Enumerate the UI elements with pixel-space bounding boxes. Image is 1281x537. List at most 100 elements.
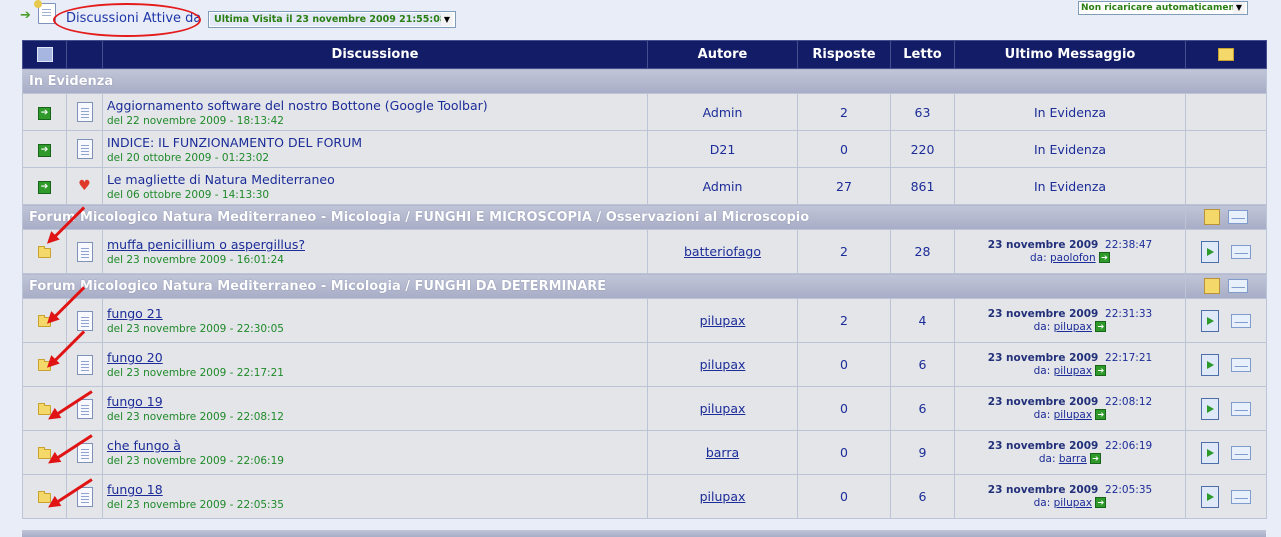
mail-icon[interactable] xyxy=(1230,244,1251,259)
table-row: ➔ INDICE: IL FUNZIONAMENTO DEL FORUM del… xyxy=(22,130,1267,168)
last-message-date: 23 novembre 2009 xyxy=(987,483,1099,496)
author-link[interactable]: pilupax xyxy=(700,489,746,504)
author[interactable]: D21 xyxy=(647,130,798,168)
mail-icon[interactable] xyxy=(1230,401,1251,416)
page-icon xyxy=(76,139,93,159)
header-discussione: Discussione xyxy=(102,40,648,69)
views: 6 xyxy=(890,386,955,431)
table-row: ➔ ♥ Le magliette di Natura Mediterraneo … xyxy=(22,167,1267,205)
last-by-link[interactable]: paolofon xyxy=(1050,252,1096,264)
annotation-ellipse xyxy=(53,3,201,37)
folder-icon[interactable] xyxy=(38,245,51,258)
views: 220 xyxy=(890,130,955,168)
topic-date: del 06 ottobre 2009 - 14:13:30 xyxy=(107,188,270,201)
views: 63 xyxy=(890,93,955,131)
new-topic-icon[interactable] xyxy=(1203,209,1220,225)
table-row: fungo 19 del 23 novembre 2009 - 22:08:12… xyxy=(22,386,1267,431)
go-arrow-icon[interactable]: ➔ xyxy=(38,143,51,157)
table-row: muffa penicillium o aspergillus? del 23 … xyxy=(22,229,1267,274)
author[interactable]: Admin xyxy=(647,167,798,205)
mail-icon[interactable] xyxy=(1230,445,1251,460)
last-by-link[interactable]: pilupax xyxy=(1054,321,1092,333)
auto-reload-select[interactable]: Non ricaricare automaticamente ▼ xyxy=(1078,1,1248,15)
last-message-date: 23 novembre 2009 xyxy=(987,439,1099,452)
book-icon[interactable] xyxy=(1201,309,1219,332)
book-icon[interactable] xyxy=(1201,353,1219,376)
header-status-col xyxy=(22,40,67,69)
go-arrow-icon[interactable]: ➔ xyxy=(38,180,51,194)
forum-title[interactable]: Forum Micologico Natura Mediterraneo - M… xyxy=(22,273,1186,299)
topic-date: del 23 novembre 2009 - 16:01:24 xyxy=(107,254,284,266)
last-visit-select-value: Ultima Visita il 23 novembre 2009 21:55:… xyxy=(210,13,451,26)
chevron-down-icon[interactable]: ▼ xyxy=(1233,2,1245,14)
last-by-link[interactable]: pilupax xyxy=(1054,409,1092,421)
last-message-time: 22:17:21 xyxy=(1105,351,1153,364)
book-icon[interactable] xyxy=(1201,397,1219,420)
topics-table: Discussione Autore Risposte Letto Ultimo… xyxy=(22,40,1267,519)
replies: 2 xyxy=(797,93,891,131)
topic-link[interactable]: Le magliette di Natura Mediterraneo xyxy=(107,172,647,187)
topic-link[interactable]: fungo 20 xyxy=(107,350,647,365)
views: 861 xyxy=(890,167,955,205)
page-icon xyxy=(76,102,93,122)
last-by-link[interactable]: pilupax xyxy=(1054,365,1092,377)
go-arrow-icon[interactable]: ➔ xyxy=(1095,321,1107,332)
mail-icon[interactable] xyxy=(1230,313,1251,328)
topic-link[interactable]: fungo 21 xyxy=(107,306,647,321)
last-by-link[interactable]: barra xyxy=(1059,453,1087,465)
section-row-forum: Forum Micologico Natura Mediterraneo - M… xyxy=(22,273,1267,299)
header-autore: Autore xyxy=(647,40,798,69)
last-by-link[interactable]: pilupax xyxy=(1054,497,1092,509)
page-icon xyxy=(76,310,93,331)
author-link[interactable]: pilupax xyxy=(700,313,746,328)
last-message-time: 22:06:19 xyxy=(1105,439,1153,452)
replies: 27 xyxy=(797,167,891,205)
mail-icon[interactable] xyxy=(1228,279,1249,293)
last-message: In Evidenza xyxy=(954,167,1186,205)
header-ultimo-messaggio: Ultimo Messaggio xyxy=(954,40,1186,69)
last-by-label: da: xyxy=(1038,452,1056,465)
replies: 0 xyxy=(797,430,891,475)
book-icon[interactable] xyxy=(1201,441,1219,464)
go-arrow-icon[interactable]: ➔ xyxy=(1095,497,1107,508)
last-by-label: da: xyxy=(1030,251,1047,264)
author-link[interactable]: pilupax xyxy=(700,357,746,372)
author[interactable]: Admin xyxy=(647,93,798,131)
chevron-down-icon[interactable]: ▼ xyxy=(441,13,453,26)
topic-link[interactable]: fungo 18 xyxy=(107,482,647,497)
last-message-time: 22:05:35 xyxy=(1105,483,1153,496)
book-icon[interactable] xyxy=(1201,485,1219,508)
forum-title[interactable]: Forum Micologico Natura Mediterraneo - M… xyxy=(22,204,1186,230)
book-icon[interactable] xyxy=(1201,240,1219,263)
table-row: che fungo à del 23 novembre 2009 - 22:06… xyxy=(22,430,1267,475)
topic-link[interactable]: che fungo à xyxy=(107,438,647,453)
last-message-time: 22:08:12 xyxy=(1105,395,1153,408)
topic-link[interactable]: INDICE: IL FUNZIONAMENTO DEL FORUM xyxy=(107,135,647,150)
go-arrow-icon[interactable]: ➔ xyxy=(38,106,51,120)
last-message-date: 23 novembre 2009 xyxy=(987,395,1099,408)
replies: 0 xyxy=(797,386,891,431)
mail-icon[interactable] xyxy=(1230,489,1251,504)
topic-date: del 23 novembre 2009 - 22:17:21 xyxy=(107,367,284,379)
last-visit-select[interactable]: Ultima Visita il 23 novembre 2009 21:55:… xyxy=(208,11,456,28)
table-row: fungo 18 del 23 novembre 2009 - 22:05:35… xyxy=(22,474,1267,519)
author-link[interactable]: pilupax xyxy=(700,401,746,416)
topic-link[interactable]: fungo 19 xyxy=(107,394,647,409)
author-link[interactable]: barra xyxy=(706,445,739,460)
section-title: In Evidenza xyxy=(22,68,1267,94)
go-arrow-icon[interactable]: ➔ xyxy=(1095,409,1107,420)
author-link[interactable]: batteriofago xyxy=(684,244,761,259)
go-arrow-icon[interactable]: ➔ xyxy=(1098,252,1110,263)
mail-icon[interactable] xyxy=(1228,210,1249,224)
mail-icon[interactable] xyxy=(1230,357,1251,372)
replies: 0 xyxy=(797,342,891,387)
topic-link[interactable]: Aggiornamento software del nostro Botton… xyxy=(107,98,647,113)
go-arrow-icon[interactable]: ➔ xyxy=(1090,453,1102,464)
new-topic-icon[interactable] xyxy=(1203,278,1220,294)
go-arrow-icon[interactable]: ➔ xyxy=(1095,365,1107,376)
topic-date: del 23 novembre 2009 - 22:06:19 xyxy=(107,455,284,467)
last-message-date: 23 novembre 2009 xyxy=(987,307,1099,320)
last-message-date: 23 novembre 2009 xyxy=(987,351,1099,364)
topic-link[interactable]: muffa penicillium o aspergillus? xyxy=(107,237,647,252)
section-row-pinned: In Evidenza xyxy=(22,68,1267,94)
